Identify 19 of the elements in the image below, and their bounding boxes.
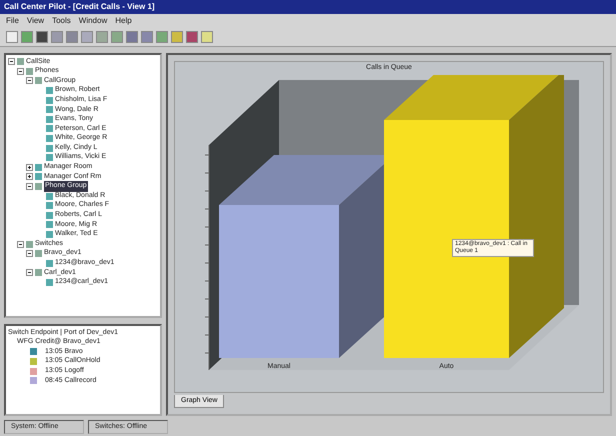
collapse-icon[interactable] — [17, 68, 24, 75]
menu-item[interactable]: Window — [78, 15, 108, 26]
toolbar-icon[interactable] — [126, 30, 138, 42]
collapse-icon[interactable] — [17, 240, 24, 248]
window-title: Call Center Pilot - [Credit Calls - View 1] — [0, 0, 616, 14]
toolbar-icon[interactable] — [36, 30, 48, 42]
collapse-icon[interactable] — [8, 58, 15, 66]
menu-item[interactable]: Help — [115, 15, 132, 26]
collapse-icon[interactable] — [26, 183, 33, 190]
collapse-icon[interactable] — [26, 269, 33, 276]
collapse-icon[interactable] — [26, 250, 33, 258]
expand-icon[interactable] — [26, 164, 33, 171]
toolbar-icon[interactable] — [186, 30, 198, 42]
toolbar-icon[interactable] — [6, 30, 18, 42]
menu-item[interactable]: Tools — [52, 15, 71, 26]
menu-item[interactable]: View — [26, 15, 44, 26]
expand-icon[interactable] — [26, 173, 33, 180]
menu-item[interactable]: File — [6, 15, 19, 26]
collapse-icon[interactable] — [26, 77, 33, 84]
